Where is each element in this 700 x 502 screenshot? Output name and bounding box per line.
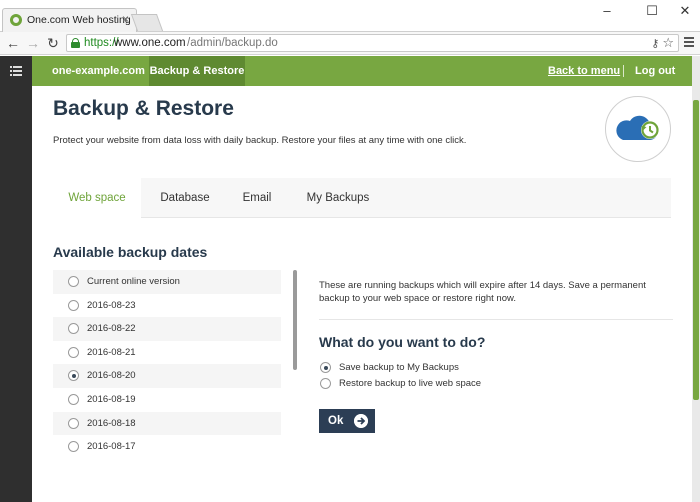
nav-backup-restore[interactable]: Backup & Restore (149, 56, 245, 86)
list-item[interactable]: 2016-08-18 (53, 411, 281, 436)
ok-button-label: Ok (328, 415, 344, 427)
date-label: 2016-08-17 (87, 441, 136, 453)
list-item[interactable]: 2016-08-20 (53, 364, 281, 388)
date-radio[interactable] (68, 346, 79, 358)
date-radio[interactable] (68, 370, 79, 382)
tab-close-icon[interactable]: × (122, 12, 129, 26)
list-item[interactable]: 2016-08-17 (53, 435, 281, 459)
tab-database[interactable]: Database (141, 178, 229, 218)
divider (319, 319, 673, 320)
save-backup-radio[interactable] (320, 362, 331, 373)
date-radio[interactable] (68, 323, 79, 335)
onecom-favicon-icon (10, 14, 22, 26)
list-item[interactable]: 2016-08-21 (53, 341, 281, 365)
tab-my-backups[interactable]: My Backups (285, 178, 391, 218)
date-label: 2016-08-18 (87, 417, 136, 429)
ok-button[interactable]: Ok (319, 409, 375, 433)
window-close-button[interactable]: ✕ (670, 3, 700, 21)
browser-tab-title: One.com Web hosting (27, 14, 131, 26)
tab-web-space[interactable]: Web space (53, 178, 141, 218)
date-radio[interactable] (68, 417, 79, 429)
arrow-right-icon (354, 414, 368, 428)
date-radio[interactable] (68, 441, 79, 453)
lock-icon (71, 38, 80, 48)
date-label: 2016-08-21 (87, 346, 136, 358)
backup-date-list: Current online version 2016-08-23 2016-0… (53, 270, 281, 459)
backup-info-text: These are running backups which will exp… (319, 280, 646, 304)
list-item[interactable]: Current online version (53, 270, 281, 294)
back-icon[interactable]: ← (4, 34, 22, 52)
browser-tab[interactable]: One.com Web hosting × (2, 8, 137, 32)
minimize-button[interactable]: – (592, 3, 622, 21)
domain-name[interactable]: one-example.com (52, 56, 145, 86)
logout-link[interactable]: Log out (635, 56, 675, 86)
page-scrollbar[interactable] (692, 56, 700, 502)
date-label: 2016-08-19 (87, 393, 136, 405)
omnibox-icons: ⚷ ☆ (651, 35, 674, 52)
list-item[interactable]: 2016-08-19 (53, 388, 281, 412)
list-item[interactable]: 2016-08-23 (53, 294, 281, 318)
option-label: Restore backup to live web space (339, 378, 482, 389)
date-radio[interactable] (68, 299, 79, 311)
url-path: /admin/backup.do (187, 37, 278, 49)
bookmark-star-icon[interactable]: ☆ (662, 35, 674, 50)
date-label: 2016-08-22 (87, 323, 136, 335)
reload-icon[interactable]: ↻ (44, 34, 62, 52)
list-item[interactable]: 2016-08-22 (53, 317, 281, 341)
backup-tabs: Web space Database Email My Backups (53, 178, 671, 218)
available-dates-heading: Available backup dates (53, 244, 208, 260)
maximize-button[interactable]: ☐ (637, 3, 667, 21)
back-to-menu-link[interactable]: Back to menu (548, 56, 620, 86)
key-icon[interactable]: ⚷ (651, 38, 659, 50)
option-label: Save backup to My Backups (339, 362, 459, 373)
page-subtitle: Protect your website from data loss with… (53, 135, 467, 146)
nav-divider (623, 65, 624, 77)
action-heading: What do you want to do? (319, 334, 486, 350)
page-scroll-thumb[interactable] (693, 100, 699, 400)
browser-menu-icon[interactable] (684, 35, 696, 49)
forward-icon[interactable]: → (24, 34, 42, 52)
date-radio[interactable] (68, 393, 79, 405)
new-tab-button[interactable] (130, 14, 164, 31)
url-input[interactable]: https:// www.one.com /admin/backup.do ⚷ … (66, 34, 679, 52)
list-menu-icon[interactable] (10, 66, 22, 76)
address-bar: ← → ↻ https:// www.one.com /admin/backup… (0, 32, 700, 55)
top-navigation: one-example.com Backup & Restore Back to… (32, 56, 692, 86)
date-list-scrollbar[interactable] (293, 270, 297, 370)
tab-email[interactable]: Email (229, 178, 285, 218)
browser-tabstrip: One.com Web hosting × – ☐ ✕ (0, 0, 700, 32)
backup-cloud-icon (605, 96, 671, 162)
date-label: Current online version (87, 276, 180, 287)
restore-backup-radio[interactable] (320, 378, 331, 389)
date-label: 2016-08-20 (87, 370, 136, 382)
page: one-example.com Backup & Restore Back to… (0, 56, 700, 502)
date-label: 2016-08-23 (87, 299, 136, 311)
left-rail (0, 56, 32, 502)
url-host: www.one.com (114, 37, 186, 49)
date-radio[interactable] (68, 276, 79, 287)
page-title: Backup & Restore (53, 97, 234, 120)
